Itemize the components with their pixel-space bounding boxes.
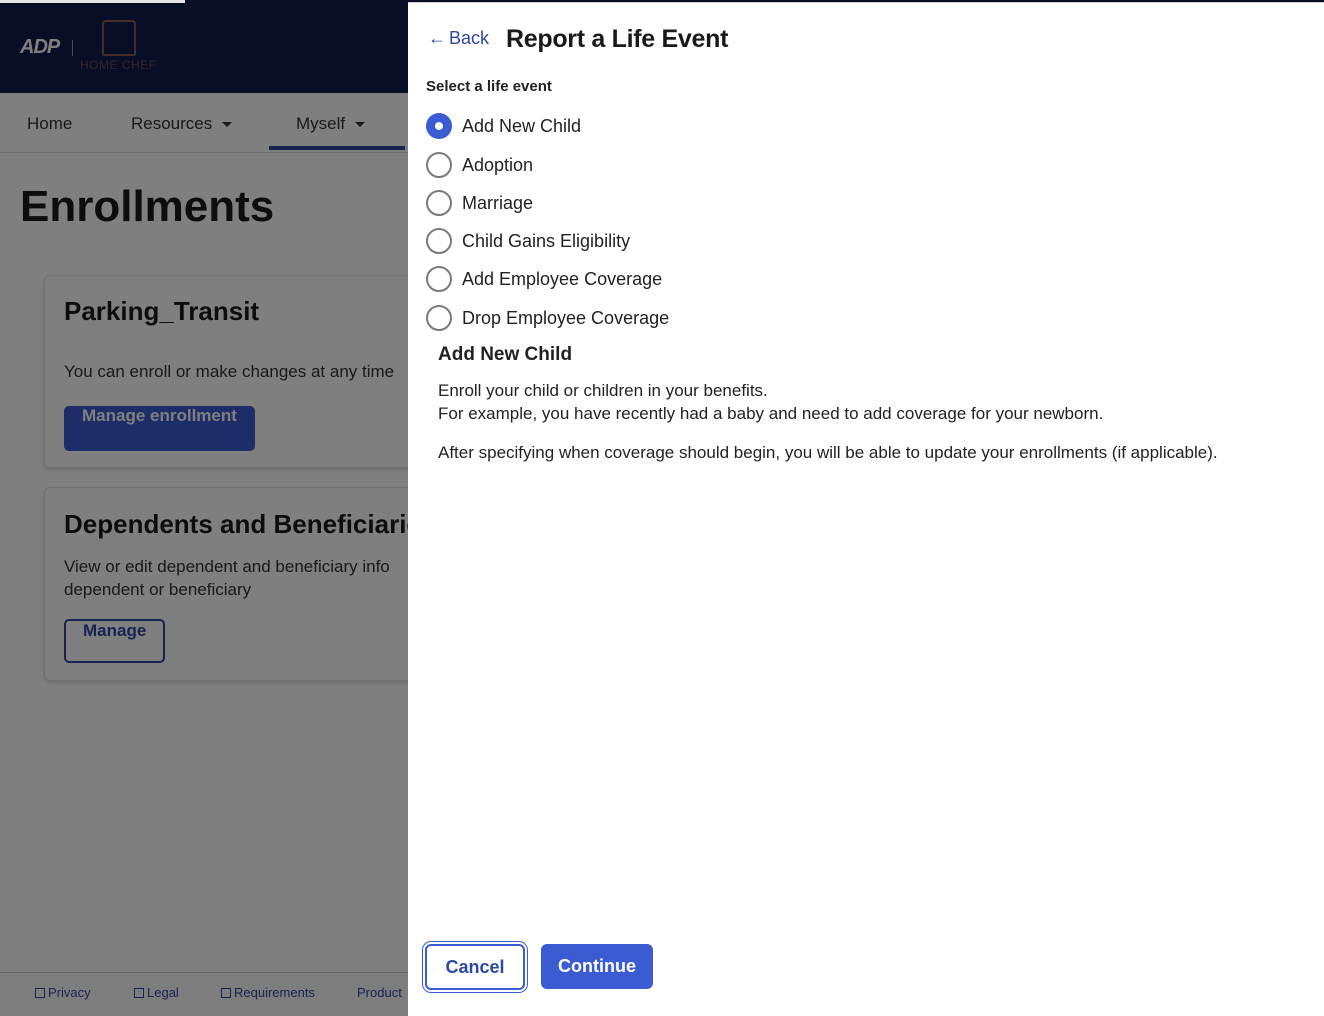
- event-description-line2: For example, you have recently had a bab…: [438, 404, 1104, 423]
- panel-title: Report a Life Event: [506, 25, 729, 53]
- radio-label: Marriage: [462, 192, 534, 213]
- radio-label: Child Gains Eligibility: [462, 230, 631, 251]
- radio-button[interactable]: [426, 113, 452, 139]
- radio-child-gains-eligibility[interactable]: Child Gains Eligibility: [426, 226, 630, 256]
- radio-label: Add New Child: [462, 115, 582, 136]
- event-description-title: Add New Child: [438, 344, 573, 365]
- radio-label: Adoption: [462, 154, 534, 175]
- back-link[interactable]: ← Back: [428, 28, 489, 49]
- top-progress-line: [0, 0, 185, 3]
- radio-button[interactable]: [426, 305, 452, 331]
- radio-button[interactable]: [426, 228, 452, 254]
- event-description-line1: Enroll your child or children in your be…: [438, 381, 768, 400]
- radio-add-new-child[interactable]: Add New Child: [426, 111, 581, 141]
- back-label: Back: [449, 28, 490, 48]
- radio-add-employee-coverage[interactable]: Add Employee Coverage: [426, 264, 662, 294]
- event-description-line3: After specifying when coverage should be…: [438, 443, 1218, 462]
- radio-button[interactable]: [426, 266, 452, 292]
- radio-label: Add Employee Coverage: [462, 268, 663, 289]
- life-event-group-label: Select a life event: [426, 78, 552, 95]
- radio-button[interactable]: [426, 152, 452, 178]
- radio-button[interactable]: [426, 190, 452, 216]
- radio-adoption[interactable]: Adoption: [426, 150, 533, 180]
- radio-marriage[interactable]: Marriage: [426, 188, 533, 218]
- arrow-left-icon: ←: [428, 28, 446, 48]
- life-event-panel: ← Back Report a Life Event Select a life …: [408, 2, 1324, 1016]
- cancel-button[interactable]: Cancel: [425, 944, 525, 990]
- radio-drop-employee-coverage[interactable]: Drop Employee Coverage: [426, 303, 669, 333]
- continue-button[interactable]: Continue: [541, 944, 653, 989]
- radio-label: Drop Employee Coverage: [462, 307, 670, 328]
